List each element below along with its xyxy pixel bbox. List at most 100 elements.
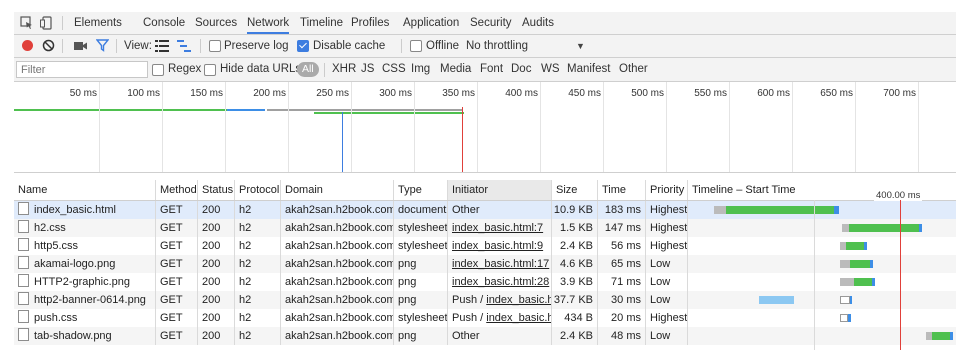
request-name[interactable]: tab-shadow.png — [34, 330, 112, 342]
overview-grey-bar — [267, 109, 462, 111]
tab-application[interactable]: Application — [403, 12, 459, 34]
overview-tick-label: 600 ms — [757, 88, 790, 99]
column-time[interactable]: Time — [598, 180, 646, 200]
cell-timeline — [688, 237, 956, 255]
column-name[interactable]: Name — [14, 180, 156, 200]
request-name[interactable]: http5.css — [34, 240, 78, 252]
filter-type-doc[interactable]: Doc — [511, 58, 531, 81]
inspect-icon[interactable] — [20, 16, 34, 30]
file-icon — [18, 238, 29, 251]
waterfall-bar — [872, 278, 875, 286]
tab-elements[interactable]: Elements — [74, 12, 122, 34]
request-name[interactable]: HTTP2-graphic.png — [34, 276, 130, 288]
device-icon[interactable] — [40, 16, 54, 30]
tab-console[interactable]: Console — [143, 12, 185, 34]
column-priority[interactable]: Priority — [646, 180, 688, 200]
regex-label[interactable]: Regex — [168, 58, 201, 81]
column-type[interactable]: Type — [394, 180, 448, 200]
request-name[interactable]: http2-banner-0614.png — [34, 294, 146, 306]
devtools-panel: Elements Console Sources Network Timelin… — [14, 12, 956, 350]
filter-type-font[interactable]: Font — [480, 58, 503, 81]
column-status[interactable]: Status — [198, 180, 235, 200]
tab-security[interactable]: Security — [470, 12, 512, 34]
file-icon — [18, 310, 29, 323]
waterfall-icon[interactable] — [177, 40, 191, 55]
filter-bar: Regex Hide data URLs All XHR JS CSS Img … — [14, 58, 956, 82]
filter-type-img[interactable]: Img — [411, 58, 430, 81]
tab-sources[interactable]: Sources — [195, 12, 237, 34]
cell-priority: Low — [646, 291, 688, 309]
initiator-link[interactable]: index_basic.ht... — [486, 312, 551, 324]
initiator-prefix: Push / — [452, 312, 487, 324]
disable-cache-checkbox[interactable] — [297, 40, 309, 52]
preserve-log-label[interactable]: Preserve log — [224, 35, 289, 57]
overview-tick-label: 50 ms — [69, 88, 97, 99]
file-icon — [18, 202, 29, 215]
column-method[interactable]: Method — [156, 180, 198, 200]
cell-size: 1.5 KB — [552, 219, 598, 237]
large-rows-icon[interactable] — [155, 40, 169, 55]
column-protocol[interactable]: Protocol — [235, 180, 281, 200]
cell-time: 48 ms — [598, 327, 646, 345]
initiator-link[interactable]: index_basic.html:17 — [452, 258, 549, 270]
waterfall-bar — [864, 242, 867, 250]
chevron-down-icon[interactable]: ▼ — [576, 35, 585, 57]
file-icon — [18, 328, 29, 341]
hide-data-urls-checkbox[interactable] — [204, 64, 216, 76]
waterfall-bar — [840, 260, 850, 268]
filter-icon[interactable] — [95, 39, 110, 55]
waterfall-bar — [850, 260, 870, 268]
timeline-marker-label: 400.00 ms — [874, 190, 923, 201]
overview-grid-line — [540, 82, 541, 172]
column-domain[interactable]: Domain — [281, 180, 394, 200]
waterfall-bar — [714, 206, 726, 214]
tab-network[interactable]: Network — [247, 12, 290, 34]
cell-timeline — [688, 309, 956, 327]
record-icon[interactable] — [22, 40, 33, 51]
request-name[interactable]: index_basic.html — [34, 204, 116, 216]
offline-label[interactable]: Offline — [426, 35, 459, 57]
filter-type-manifest[interactable]: Manifest — [567, 58, 610, 81]
cell-time: 30 ms — [598, 291, 646, 309]
filter-type-js[interactable]: JS — [361, 58, 374, 81]
filter-type-xhr[interactable]: XHR — [332, 58, 356, 81]
filter-input[interactable] — [16, 61, 148, 78]
request-name[interactable]: akamai-logo.png — [34, 258, 115, 270]
throttling-select[interactable]: No throttling — [466, 35, 528, 57]
offline-checkbox[interactable] — [410, 40, 422, 52]
hide-data-urls-label[interactable]: Hide data URLs — [220, 58, 301, 81]
initiator-link[interactable]: index_basic.html:9 — [452, 240, 543, 252]
filter-type-other[interactable]: Other — [619, 58, 648, 81]
cell-time: 56 ms — [598, 237, 646, 255]
cell-time: 20 ms — [598, 309, 646, 327]
cell-method: GET — [156, 219, 198, 237]
filter-type-media[interactable]: Media — [440, 58, 471, 81]
cell-size: 434 B — [552, 309, 598, 327]
preserve-log-checkbox[interactable] — [209, 40, 221, 52]
camera-icon[interactable] — [74, 40, 88, 55]
overview-grid-line — [477, 82, 478, 172]
request-name[interactable]: h2.css — [34, 222, 66, 234]
initiator-link[interactable]: index_basic.ht... — [486, 294, 551, 306]
overview-tick-label: 200 ms — [253, 88, 286, 99]
filter-type-ws[interactable]: WS — [541, 58, 560, 81]
cell-type: stylesheet — [394, 309, 448, 327]
filter-type-all[interactable]: All — [297, 62, 319, 77]
column-initiator[interactable]: Initiator — [448, 180, 552, 200]
initiator-link[interactable]: index_basic.html:7 — [452, 222, 543, 234]
tab-timeline[interactable]: Timeline — [300, 12, 343, 34]
tab-audits[interactable]: Audits — [522, 12, 554, 34]
request-name[interactable]: push.css — [34, 312, 77, 324]
overview-timeline[interactable]: 50 ms 100 ms 150 ms 200 ms 250 ms 300 ms 350 m… — [14, 82, 956, 173]
network-toolbar: View: Preserve log Disable cache Offline… — [14, 35, 956, 58]
column-size[interactable]: Size — [552, 180, 598, 200]
initiator-link[interactable]: index_basic.html:28 — [452, 276, 549, 288]
regex-checkbox[interactable] — [152, 64, 164, 76]
tab-profiles[interactable]: Profiles — [351, 12, 389, 34]
filter-type-css[interactable]: CSS — [382, 58, 406, 81]
cell-protocol: h2 — [235, 327, 281, 345]
cell-type: png — [394, 327, 448, 345]
clear-icon[interactable] — [42, 39, 55, 55]
cell-status: 200 — [198, 219, 235, 237]
disable-cache-label[interactable]: Disable cache — [313, 35, 385, 57]
